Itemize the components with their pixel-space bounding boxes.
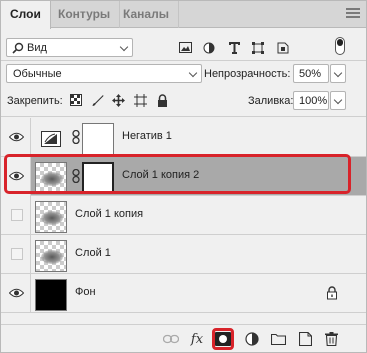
lock-icon: [327, 286, 337, 300]
layer-row[interactable]: Негатив 1: [1, 118, 366, 157]
divider: [1, 324, 366, 325]
layer-name[interactable]: Слой 1: [75, 247, 111, 259]
layer-mask-thumbnail[interactable]: [82, 123, 114, 155]
filter-toggle-switch[interactable]: [335, 37, 345, 55]
fill-input[interactable]: 100%: [293, 91, 329, 110]
fill-label: Заливка:: [248, 95, 294, 107]
hidden-visibility-box: [11, 248, 23, 260]
eye-icon: [9, 171, 24, 181]
search-icon: [12, 42, 24, 54]
hidden-visibility-box: [11, 209, 23, 221]
layer-name[interactable]: Слой 1 копия: [75, 208, 143, 220]
tab-paths[interactable]: Контуры: [49, 1, 121, 28]
adjustment-layer-icon[interactable]: [244, 331, 260, 347]
opacity-label: Непрозрачность:: [204, 68, 291, 80]
chain-link-icon[interactable]: [72, 169, 80, 183]
layers-list: Негатив 1 Слой 1 копия 2 Слой 1 копия Сл…: [1, 118, 366, 320]
fill-dropdown-button[interactable]: [330, 91, 346, 110]
opacity-input[interactable]: 50%: [293, 64, 329, 83]
eye-icon: [9, 132, 24, 142]
fx-icon[interactable]: fx: [189, 331, 205, 347]
opacity-value: 50%: [299, 68, 322, 80]
lock-transparency-icon[interactable]: [69, 93, 83, 107]
chevron-down-icon: [188, 68, 198, 78]
add-mask-icon[interactable]: [215, 331, 231, 347]
layer-row[interactable]: Слой 1 копия: [1, 196, 366, 235]
filter-kind-select[interactable]: Вид: [6, 38, 133, 57]
type-filter-icon[interactable]: [226, 38, 242, 57]
adjustment-filter-icon[interactable]: [201, 38, 217, 57]
lock-position-icon[interactable]: [111, 93, 125, 107]
invert-adjustment-icon: [35, 123, 67, 155]
fill-value: 100%: [299, 95, 328, 107]
chevron-down-icon: [333, 68, 343, 78]
layer-row-selected[interactable]: Слой 1 копия 2: [1, 157, 366, 196]
layer-row[interactable]: Фон: [1, 274, 366, 313]
layer-name[interactable]: Слой 1 копия 2: [122, 169, 199, 181]
group-folder-icon[interactable]: [270, 331, 286, 347]
layer-name[interactable]: Фон: [75, 286, 96, 298]
visibility-toggle[interactable]: [1, 274, 31, 313]
layer-thumbnail[interactable]: [35, 162, 67, 194]
lock-image-pixels-icon[interactable]: [90, 93, 104, 107]
tab-layers[interactable]: Слои: [1, 1, 51, 29]
layer-thumbnail[interactable]: [35, 240, 67, 272]
visibility-toggle[interactable]: [1, 196, 31, 235]
chevron-down-icon: [333, 95, 343, 105]
layer-name[interactable]: Негатив 1: [122, 130, 172, 142]
divider: [1, 60, 366, 61]
tab-bar: Слои Контуры Каналы: [1, 1, 366, 29]
fx-label: fx: [190, 331, 204, 347]
layer-thumbnail[interactable]: [35, 279, 67, 311]
chain-link-icon[interactable]: [72, 130, 80, 144]
chevron-down-icon: [119, 42, 129, 52]
filter-kind-label: Вид: [27, 42, 47, 54]
opacity-dropdown-button[interactable]: [330, 64, 346, 83]
blend-mode-label: Обычные: [13, 68, 62, 80]
shape-filter-icon[interactable]: [250, 38, 266, 57]
layers-panel: Слои Контуры Каналы Вид Обычные Непрозра…: [0, 0, 367, 353]
link-icon[interactable]: [163, 331, 179, 347]
eye-icon: [9, 288, 24, 298]
divider: [1, 116, 366, 117]
layer-mask-thumbnail[interactable]: [82, 162, 114, 194]
smart-object-filter-icon[interactable]: [275, 38, 291, 57]
blend-mode-select[interactable]: Обычные: [6, 64, 202, 83]
delete-icon[interactable]: [323, 331, 339, 347]
new-layer-icon[interactable]: [297, 331, 313, 347]
lock-all-icon[interactable]: [155, 93, 169, 107]
layer-row[interactable]: Слой 1: [1, 235, 366, 274]
layer-thumbnail[interactable]: [35, 201, 67, 233]
visibility-toggle[interactable]: [1, 157, 31, 196]
lock-label: Закрепить:: [7, 95, 63, 107]
pixel-filter-icon[interactable]: [177, 38, 193, 57]
visibility-toggle[interactable]: [1, 118, 31, 157]
panel-menu-icon[interactable]: [346, 8, 360, 20]
tab-channels[interactable]: Каналы: [114, 1, 179, 28]
visibility-toggle[interactable]: [1, 235, 31, 274]
lock-artboard-icon[interactable]: [133, 93, 147, 107]
